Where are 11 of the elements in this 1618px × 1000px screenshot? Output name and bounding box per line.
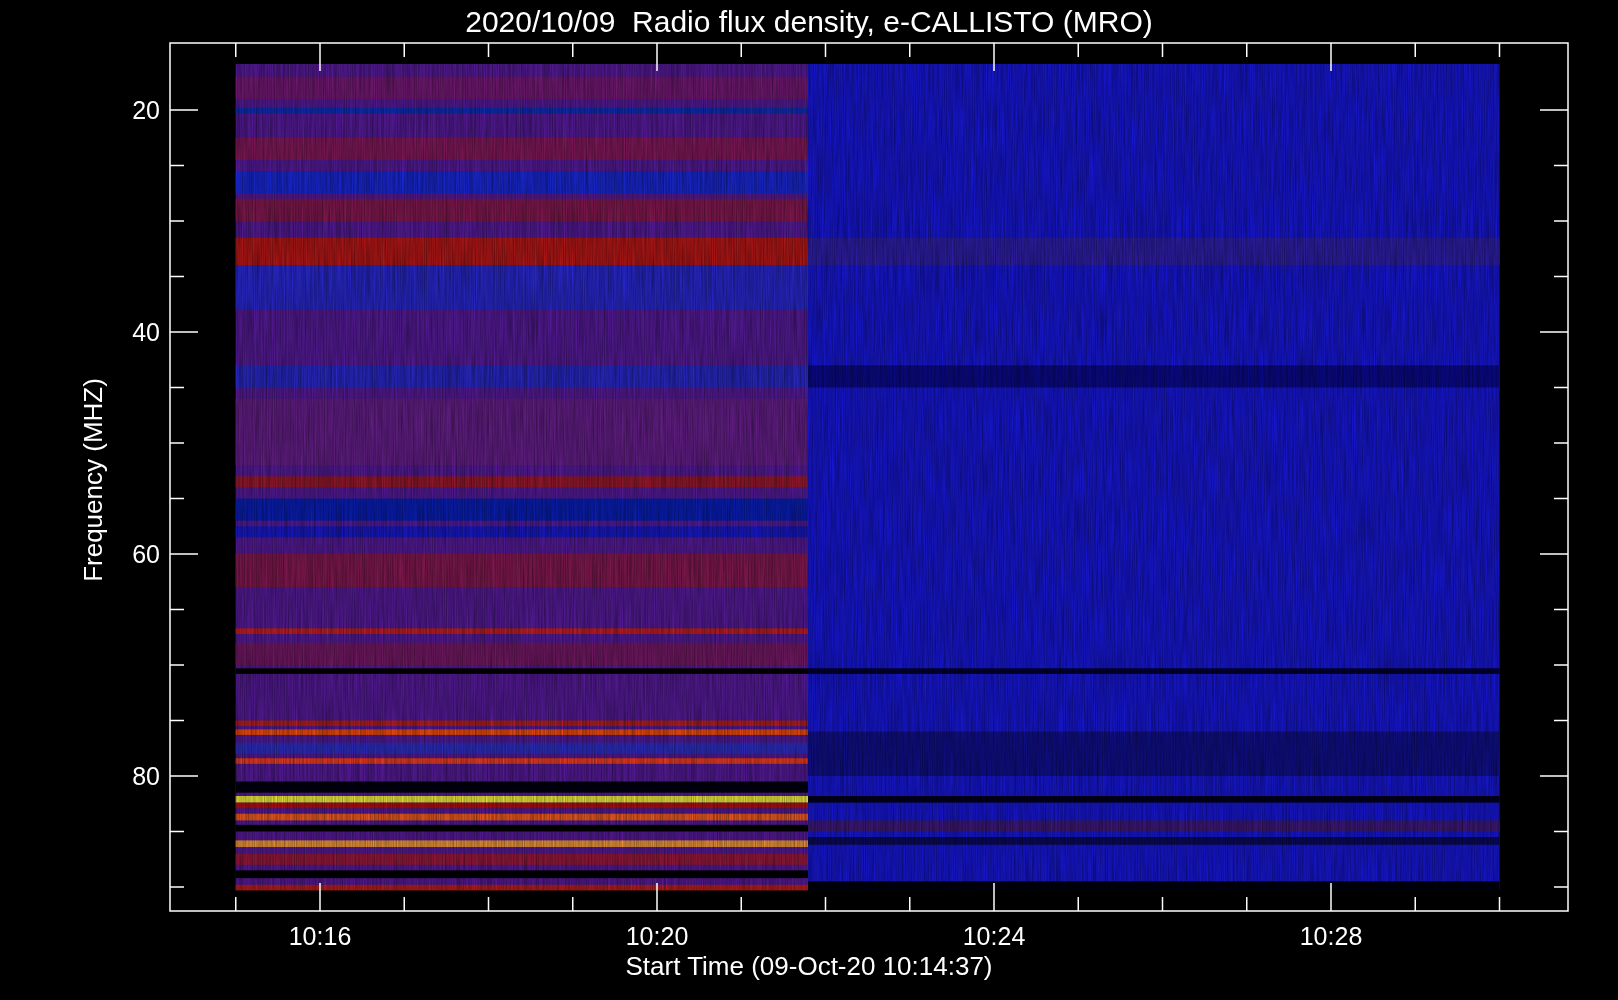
tick-label: 10:20: [625, 922, 689, 950]
tick-label: 10:24: [962, 922, 1026, 950]
tick-label: 60: [132, 540, 160, 568]
tick-label: 10:28: [1299, 922, 1363, 950]
tick-label: 10:16: [288, 922, 352, 950]
axis-title: Start Time (09-Oct-20 10:14:37): [625, 951, 993, 981]
tick-label: 40: [132, 318, 160, 346]
tick-label: 80: [132, 762, 160, 790]
chart-title: 2020/10/09 Radio flux density, e-CALLISTO (MRO): [465, 5, 1153, 38]
axis-title: Frequency (MHZ): [78, 378, 108, 582]
tick-label: 20: [132, 96, 160, 124]
